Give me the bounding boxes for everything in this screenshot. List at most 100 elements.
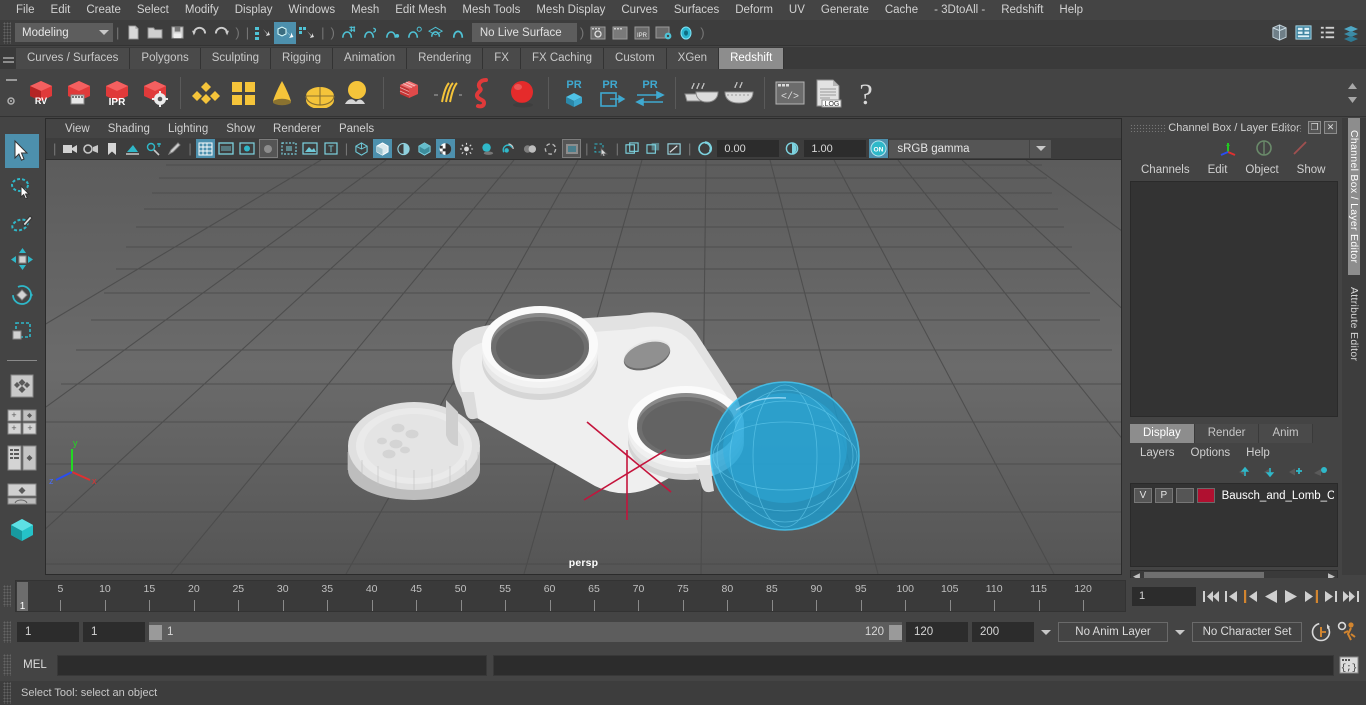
script-editor-icon[interactable]: </> [771, 71, 809, 115]
render-sequence-icon[interactable] [609, 22, 631, 44]
redshift-dome-light-icon[interactable] [301, 71, 339, 115]
paint-select-tool[interactable] [5, 206, 39, 240]
gamma-icon[interactable] [782, 139, 801, 158]
redshift-rv-icon[interactable]: RV [22, 71, 60, 115]
panel-grip[interactable] [1130, 124, 1166, 132]
layer-playback-toggle[interactable]: P [1154, 488, 1173, 503]
layout-four-view-button[interactable] [5, 369, 39, 403]
view-transform-enabled-icon[interactable]: ON [869, 139, 889, 158]
playback-end-field[interactable]: 120 [906, 622, 968, 642]
persp-viewport[interactable]: y x z persp [46, 160, 1121, 574]
multisample-icon[interactable] [541, 139, 560, 158]
undock-icon[interactable]: ❐ [1308, 121, 1321, 134]
shelf-tab-grip[interactable] [0, 47, 16, 69]
shelf-tab-fx-caching[interactable]: FX Caching [520, 48, 605, 69]
go-to-end-icon[interactable] [1342, 589, 1360, 604]
viewport-menu-shading[interactable]: Shading [99, 123, 159, 135]
proxy-import-icon[interactable]: PR [593, 71, 631, 115]
channel-box-menu-edit[interactable]: Edit [1199, 164, 1237, 176]
film-origin-icon[interactable] [280, 139, 299, 158]
channel-box-menu-show[interactable]: Show [1288, 164, 1335, 176]
redshift-hair-icon[interactable] [428, 71, 466, 115]
shaded-wireframe-icon[interactable] [394, 139, 413, 158]
animation-start-field[interactable]: 1 [17, 622, 79, 642]
viewport-menu-show[interactable]: Show [217, 123, 264, 135]
menu-create[interactable]: Create [78, 0, 129, 20]
bookmark-icon[interactable] [102, 139, 121, 158]
menu-mesh[interactable]: Mesh [343, 0, 387, 20]
image-plane-icon[interactable] [123, 139, 142, 158]
bake-all-icon[interactable] [720, 71, 758, 115]
gate-mask-icon[interactable] [258, 139, 278, 158]
range-bar[interactable]: 1 120 [149, 622, 902, 642]
shelf-tab-redshift[interactable]: Redshift [719, 48, 785, 69]
side-tab-attribute-editor[interactable]: Attribute Editor [1348, 275, 1360, 373]
move-layer-down-icon[interactable] [1263, 466, 1278, 478]
command-line-grip[interactable] [3, 654, 11, 676]
layout-uv-editor-button[interactable] [5, 513, 39, 547]
bake-set-icon[interactable] [682, 71, 720, 115]
shelf-tab-sculpting[interactable]: Sculpting [200, 48, 272, 69]
current-time-indicator[interactable]: 1 [17, 582, 28, 611]
layout-persp-outliner-button[interactable]: + + + [5, 405, 39, 439]
select-by-hierarchy-icon[interactable] [252, 22, 274, 44]
redo-icon[interactable] [210, 22, 232, 44]
xray-icon[interactable] [623, 139, 642, 158]
layer-tab-render[interactable]: Render [1194, 424, 1260, 443]
exposure-field[interactable]: 0.00 [717, 140, 780, 157]
layer-tab-display[interactable]: Display [1130, 424, 1195, 443]
redshift-environment-icon[interactable] [339, 71, 377, 115]
ambient-occlusion-icon[interactable] [499, 139, 518, 158]
gamma-field[interactable]: 1.00 [804, 140, 867, 157]
range-slider-grip[interactable] [3, 621, 11, 643]
shelf-icon-grip[interactable] [0, 69, 22, 117]
redshift-settings-icon[interactable] [136, 71, 174, 115]
textured-icon[interactable] [436, 139, 456, 158]
layer-list[interactable]: V P Bausch_and_Lomb_Co [1130, 483, 1338, 567]
safe-action-icon[interactable] [301, 139, 320, 158]
flat-shade-icon[interactable] [415, 139, 434, 158]
time-slider-grip[interactable] [3, 585, 11, 607]
hypershade-icon[interactable] [675, 22, 697, 44]
step-forward-keyframe-icon[interactable] [1323, 589, 1338, 604]
menu-help[interactable]: Help [1051, 0, 1091, 20]
snap-to-curve-icon[interactable] [360, 22, 382, 44]
shelf-tab-curves-surfaces[interactable]: Curves / Surfaces [16, 48, 131, 69]
anim-layer-dropdown-caret[interactable] [1038, 629, 1054, 635]
proxy-export-icon[interactable]: PR [555, 71, 593, 115]
menu-edit-mesh[interactable]: Edit Mesh [387, 0, 454, 20]
shelf-tab-polygons[interactable]: Polygons [130, 48, 201, 69]
film-gate-icon[interactable] [217, 139, 236, 158]
rotate-gizmo-icon[interactable] [1255, 139, 1273, 157]
two-d-pan-zoom-icon[interactable] [144, 139, 163, 158]
script-editor-icon[interactable]: {;} [1338, 654, 1360, 676]
menu-uv[interactable]: UV [781, 0, 813, 20]
new-scene-icon[interactable] [122, 22, 144, 44]
color-space-dropdown[interactable] [1029, 139, 1052, 158]
redshift-light-cone-icon[interactable] [263, 71, 301, 115]
new-layer-from-selected-icon[interactable] [1313, 466, 1328, 478]
scale-tool[interactable] [5, 314, 39, 348]
wireframe-icon[interactable] [352, 139, 371, 158]
redshift-render-sequence-icon[interactable] [60, 71, 98, 115]
help-icon[interactable]: ? [847, 71, 885, 115]
auto-keyframe-icon[interactable] [1310, 621, 1332, 643]
close-icon[interactable]: ✕ [1324, 121, 1337, 134]
rotate-tool[interactable] [5, 278, 39, 312]
ipr-render-icon[interactable]: IPR [631, 22, 653, 44]
command-language-label[interactable]: MEL [13, 659, 57, 671]
select-by-component-icon[interactable] [296, 22, 318, 44]
step-back-keyframe-icon[interactable] [1224, 589, 1239, 604]
menu-windows[interactable]: Windows [280, 0, 343, 20]
viewport-menu-lighting[interactable]: Lighting [159, 123, 217, 135]
open-scene-icon[interactable] [144, 22, 166, 44]
viewport-menu-panels[interactable]: Panels [330, 123, 383, 135]
range-right-handle[interactable] [889, 624, 902, 640]
layer-row[interactable]: V P Bausch_and_Lomb_Co [1134, 487, 1334, 504]
character-set-field[interactable]: No Character Set [1192, 622, 1302, 642]
redshift-proxy-icon[interactable] [390, 71, 428, 115]
current-frame-field[interactable]: 1 [1132, 586, 1196, 606]
animation-preferences-icon[interactable] [1336, 621, 1360, 643]
channel-box-menu-object[interactable]: Object [1236, 164, 1287, 176]
shadows-icon[interactable] [478, 139, 497, 158]
